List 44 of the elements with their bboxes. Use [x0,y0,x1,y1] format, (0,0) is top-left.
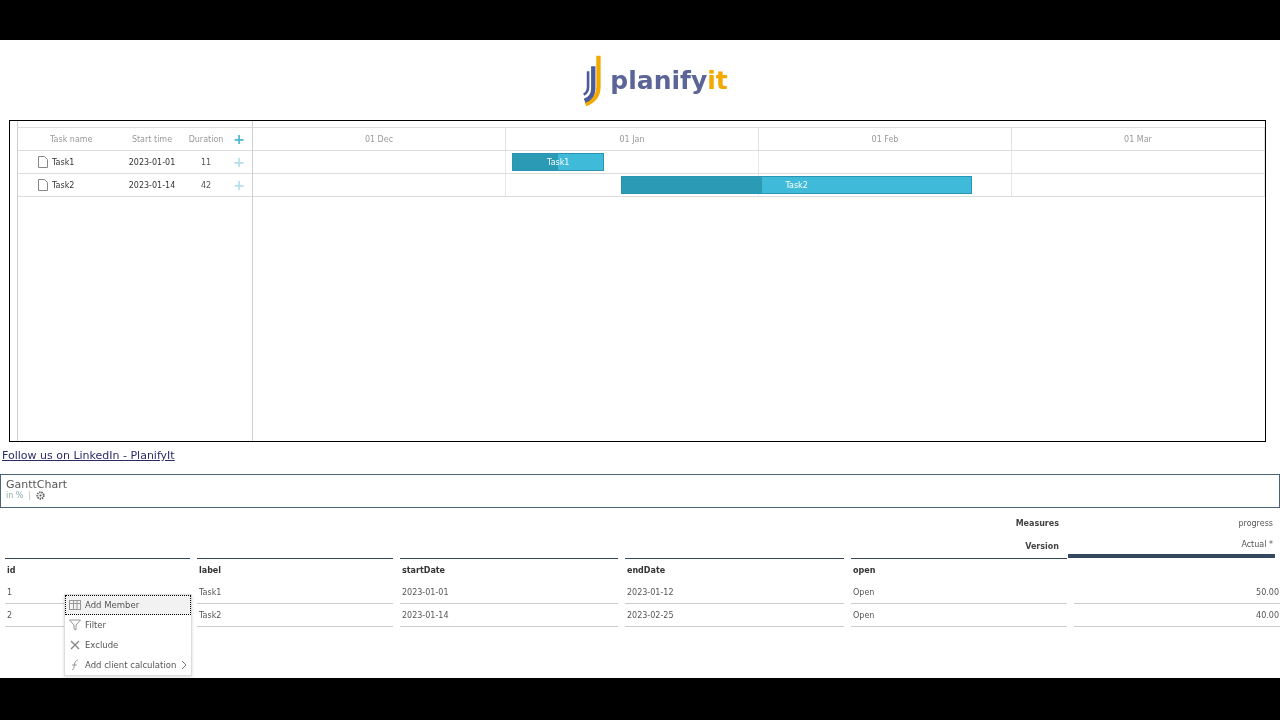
table-cell: 2023-01-12 [625,581,844,604]
column-header[interactable]: startDate [400,558,618,581]
task-duration: 11 [199,157,213,167]
table-cell: 2023-01-01 [400,581,618,604]
month-label: 01 Jan [506,128,759,150]
document-icon [38,156,48,168]
month-label: 01 Mar [1012,128,1265,150]
function-icon [69,659,81,671]
table-cell: 50.00 [1074,581,1280,604]
task-name: Task1 [52,157,75,167]
table-cell: Open [851,604,1067,627]
task-name: Task2 [52,180,75,190]
version-header[interactable]: Actual * [1068,535,1275,558]
filter-icon [69,619,81,631]
table-cell: Task1 [197,581,393,604]
table-cell: Task2 [197,604,393,627]
chevron-right-icon [181,660,187,670]
menu-item[interactable]: Add client calculation [65,655,191,675]
measures-label: Measures [1015,519,1060,528]
table-cell: Open [851,581,1067,604]
task-start-date: 2023-01-01 [127,157,177,167]
month-label: 01 Dec [253,128,506,150]
linkedin-link[interactable]: Follow us on LinkedIn - PlanifyIt [2,449,175,462]
month-label: 01 Feb [759,128,1012,150]
table-cell: 2023-02-25 [625,604,844,627]
column-header[interactable]: id [5,558,190,581]
table-cell: 2023-01-14 [400,604,618,627]
table-cell: 40.00 [1074,604,1280,627]
unit-label: in % [6,491,31,500]
menu-item[interactable]: Exclude [65,635,191,655]
close-icon [69,639,81,651]
column-header[interactable]: label [197,558,393,581]
settings-icon[interactable] [36,491,46,500]
task-start-date: 2023-01-14 [127,180,177,190]
widget-title: GanttChart [6,478,69,491]
task-duration: 42 [199,180,213,190]
document-icon [38,179,48,191]
version-label: Version [1025,542,1060,551]
planifyit-logo: planifyit [582,51,728,109]
measure-header[interactable]: progress [1068,512,1275,535]
menu-item[interactable]: Add Member [65,595,191,615]
column-header[interactable]: open [851,558,1067,581]
table-icon [69,599,81,611]
column-header[interactable]: endDate [625,558,844,581]
